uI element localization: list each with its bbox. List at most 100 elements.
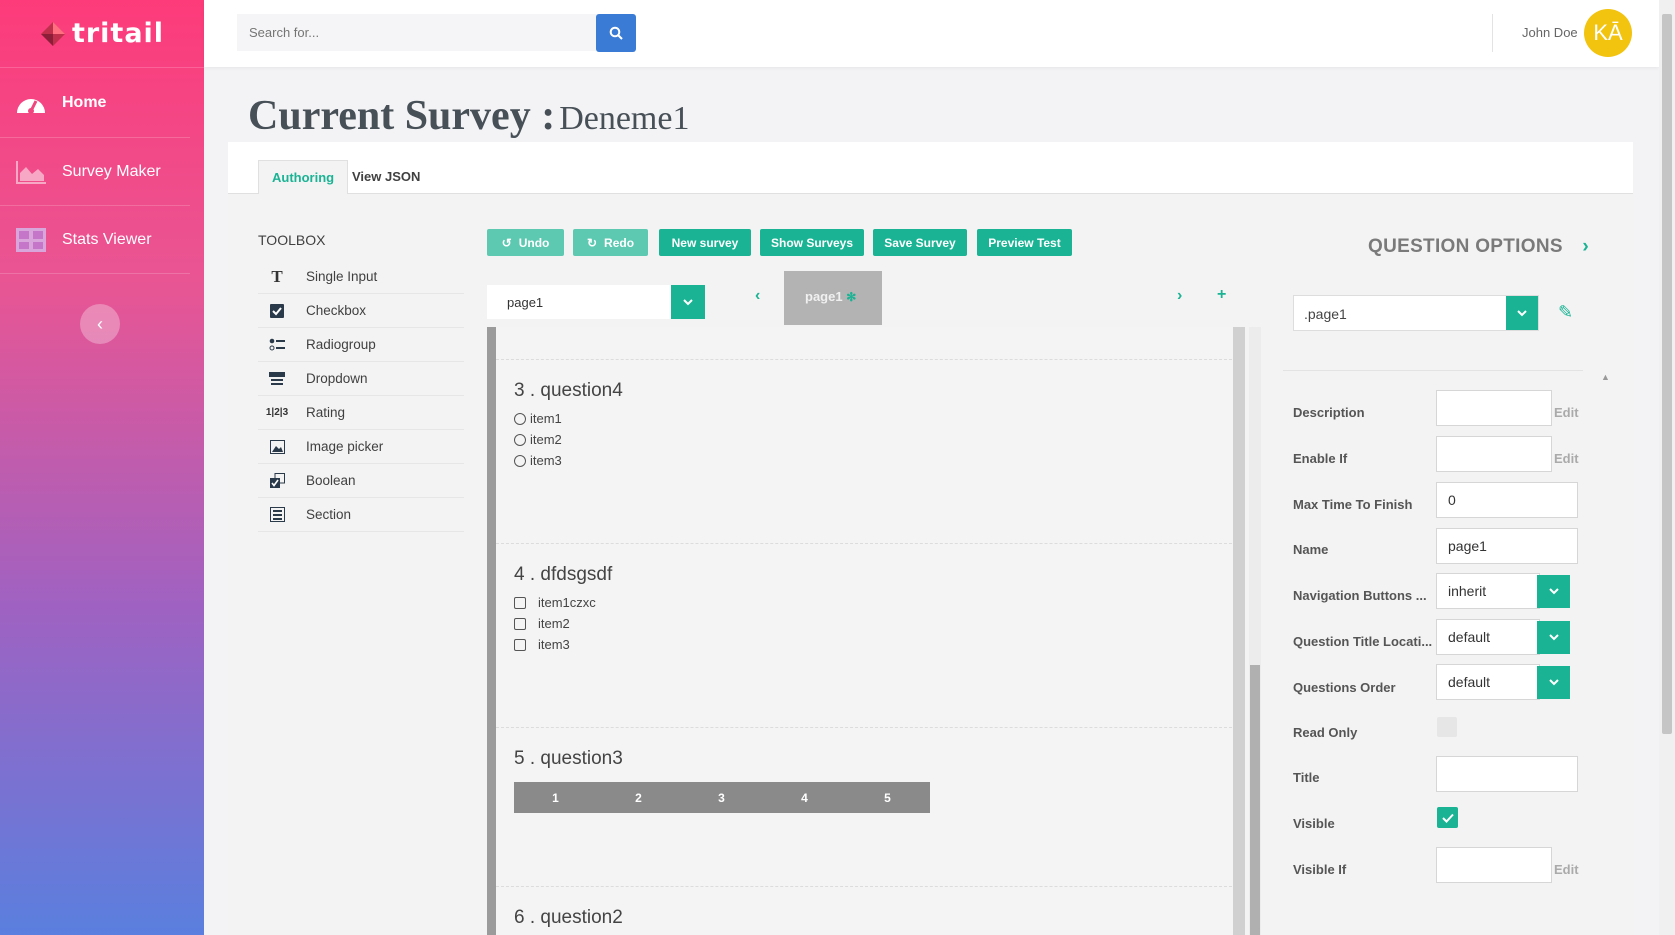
question-separator xyxy=(496,727,1233,728)
canvas-scrollbar[interactable] xyxy=(1249,327,1261,935)
checkbox-icon xyxy=(263,303,291,318)
undo-button[interactable]: ↺ Undo xyxy=(487,229,564,256)
option-label: item1czxc xyxy=(538,595,596,610)
question-title[interactable]: 6 . question2 xyxy=(514,907,623,929)
save-survey-button[interactable]: Save Survey xyxy=(873,229,967,256)
toolbox-item-checkbox[interactable]: Checkbox xyxy=(258,294,464,328)
rating-option[interactable]: 3 xyxy=(680,791,763,805)
collapse-up-icon[interactable]: ▲ xyxy=(1601,372,1610,382)
tab-authoring[interactable]: Authoring xyxy=(258,160,349,194)
avatar[interactable]: KĀ xyxy=(1584,9,1632,57)
chevron-right-icon[interactable]: › xyxy=(1582,236,1589,257)
show-surveys-button[interactable]: Show Surveys xyxy=(760,229,864,256)
chevron-down-icon[interactable] xyxy=(1506,296,1538,330)
enable-if-edit-link[interactable]: Edit xyxy=(1554,451,1579,466)
redo-button[interactable]: ↻ Redo xyxy=(573,229,648,256)
radio-circle-icon[interactable] xyxy=(514,433,526,446)
undo-label: Undo xyxy=(518,235,550,250)
search-button[interactable] xyxy=(596,14,636,52)
page-scrollbar-thumb[interactable] xyxy=(1662,14,1672,734)
radio-option[interactable]: item1 xyxy=(514,411,562,426)
toolbox-item-label: Radiogroup xyxy=(306,337,376,352)
radio-option[interactable]: item3 xyxy=(514,453,562,468)
sidebar-item-home[interactable]: Home xyxy=(0,68,190,138)
rating-option[interactable]: 4 xyxy=(763,791,846,805)
prop-label-read-only: Read Only xyxy=(1293,725,1358,740)
name-field[interactable]: page1 xyxy=(1436,528,1578,564)
user-name[interactable]: John Doe xyxy=(1522,25,1578,40)
sidebar-item-survey-maker[interactable]: Survey Maker xyxy=(0,138,190,206)
chevron-down-icon[interactable] xyxy=(1537,666,1570,699)
add-page-icon[interactable]: + xyxy=(1217,286,1226,304)
tab-view-json[interactable]: View JSON xyxy=(339,160,433,194)
toolbox-item-dropdown[interactable]: Dropdown xyxy=(258,362,464,396)
max-time-field[interactable]: 0 xyxy=(1436,482,1578,518)
search-input[interactable] xyxy=(237,14,599,51)
visible-if-field[interactable] xyxy=(1436,847,1552,883)
question-separator xyxy=(496,359,1233,360)
toolbox-item-single-input[interactable]: T Single Input xyxy=(258,260,464,294)
page-scrollbar[interactable] xyxy=(1659,0,1675,935)
toolbox-item-rating[interactable]: 1|2|3 Rating xyxy=(258,396,464,430)
sidebar-item-label: Home xyxy=(62,93,107,111)
check-icon xyxy=(1441,813,1454,823)
page-chip[interactable]: page1 ✻ xyxy=(784,271,882,325)
questions-order-select[interactable]: default xyxy=(1436,664,1540,700)
sidebar-collapse-button[interactable]: ‹ xyxy=(80,304,120,344)
navigation-buttons-select[interactable]: inherit xyxy=(1436,573,1540,609)
image-icon xyxy=(263,439,291,454)
logo[interactable]: tritail xyxy=(0,0,204,68)
radiogroup-icon xyxy=(263,338,291,352)
prop-label-description: Description xyxy=(1293,405,1365,420)
gear-icon[interactable]: ✻ xyxy=(846,290,856,304)
question-title[interactable]: 4 . dfdsgsdf xyxy=(514,564,612,586)
toolbox-item-boolean[interactable]: Boolean xyxy=(258,464,464,498)
read-only-checkbox[interactable] xyxy=(1437,717,1457,737)
prev-page-icon[interactable]: ‹ xyxy=(755,287,760,305)
prop-label-visible: Visible xyxy=(1293,816,1335,831)
chevron-down-icon[interactable] xyxy=(671,285,705,319)
enable-if-field[interactable] xyxy=(1436,436,1552,472)
checkbox-square-icon[interactable] xyxy=(514,638,526,651)
pencil-edit-icon[interactable]: ✎ xyxy=(1558,302,1573,323)
question-title[interactable]: 5 . question3 xyxy=(514,748,623,770)
rating-option[interactable]: 2 xyxy=(597,791,680,805)
toolbox-item-section[interactable]: Section xyxy=(258,498,464,532)
sidebar-item-stats-viewer[interactable]: Stats Viewer xyxy=(0,206,190,274)
canvas-scrollbar-track[interactable] xyxy=(1233,327,1245,935)
checkbox-square-icon[interactable] xyxy=(514,596,526,609)
checkbox-option[interactable]: item1czxc xyxy=(514,595,596,610)
option-label: item2 xyxy=(530,432,562,447)
visible-if-edit-link[interactable]: Edit xyxy=(1554,862,1579,877)
toolbox-item-image-picker[interactable]: Image picker xyxy=(258,430,464,464)
question-options-select[interactable]: .page1 xyxy=(1293,295,1539,331)
radio-circle-icon[interactable] xyxy=(514,412,526,425)
description-edit-link[interactable]: Edit xyxy=(1554,405,1579,420)
rating-option[interactable]: 5 xyxy=(846,791,929,805)
question-number: 5 . xyxy=(514,748,536,769)
toolbox-item-radiogroup[interactable]: Radiogroup xyxy=(258,328,464,362)
canvas-scrollbar-thumb[interactable] xyxy=(1250,665,1260,935)
checkbox-option[interactable]: item3 xyxy=(514,637,570,652)
title-field[interactable] xyxy=(1436,756,1578,792)
preview-test-button[interactable]: Preview Test xyxy=(977,229,1072,256)
radio-circle-icon[interactable] xyxy=(514,454,526,467)
dropdown-icon xyxy=(263,371,291,386)
prop-label-name: Name xyxy=(1293,542,1329,557)
new-survey-button[interactable]: New survey xyxy=(659,229,751,256)
undo-icon: ↺ xyxy=(501,235,512,250)
checkbox-square-icon[interactable] xyxy=(514,617,526,630)
description-field[interactable] xyxy=(1436,390,1552,426)
question-title-location-select[interactable]: default xyxy=(1436,619,1540,655)
radio-option[interactable]: item2 xyxy=(514,432,562,447)
question-title[interactable]: 3 . question4 xyxy=(514,380,623,402)
option-label: item3 xyxy=(530,453,562,468)
survey-canvas: 3 . question4 item1 item2 item3 4 . dfds… xyxy=(487,327,1233,935)
checkbox-option[interactable]: item2 xyxy=(514,616,570,631)
rating-option[interactable]: 1 xyxy=(514,791,597,805)
page-select[interactable]: page1 xyxy=(487,285,705,319)
chevron-down-icon[interactable] xyxy=(1537,621,1570,654)
visible-checkbox[interactable] xyxy=(1437,807,1458,828)
chevron-down-icon[interactable] xyxy=(1537,575,1570,608)
next-page-icon[interactable]: › xyxy=(1177,287,1182,305)
